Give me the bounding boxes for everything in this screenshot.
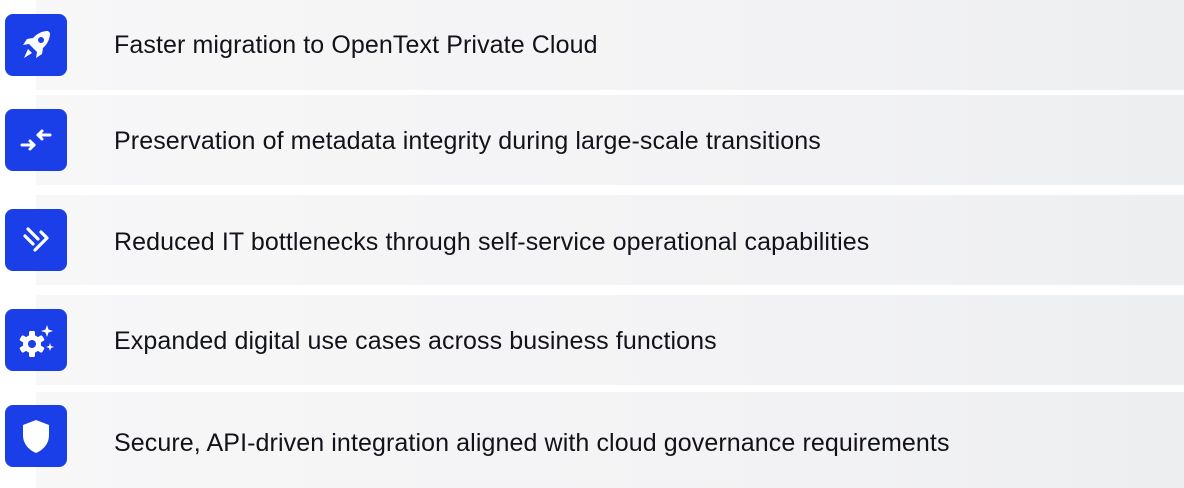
list-item-label: Reduced IT bottlenecks through self-serv… — [114, 228, 870, 256]
list-item-label: Faster migration to OpenText Private Clo… — [114, 31, 598, 59]
list-item: Preservation of metadata integrity durin… — [0, 95, 1184, 185]
list-item: Expanded digital use cases across busine… — [0, 295, 1184, 385]
list-item-label: Preservation of metadata integrity durin… — [114, 127, 821, 155]
arrows-exchange-icon — [5, 109, 67, 171]
list-item: Reduced IT bottlenecks through self-serv… — [0, 195, 1184, 285]
list-item-label: Secure, API-driven integration aligned w… — [114, 429, 950, 457]
rocket-icon — [5, 14, 67, 76]
list-item: Secure, API-driven integration aligned w… — [0, 392, 1184, 488]
benefits-list: Faster migration to OpenText Private Clo… — [0, 0, 1184, 488]
list-item: Faster migration to OpenText Private Clo… — [0, 0, 1184, 90]
list-item-label: Expanded digital use cases across busine… — [114, 327, 717, 355]
broken-link-icon — [5, 209, 67, 271]
gear-sparkle-icon — [5, 309, 67, 371]
shield-icon — [5, 405, 67, 467]
